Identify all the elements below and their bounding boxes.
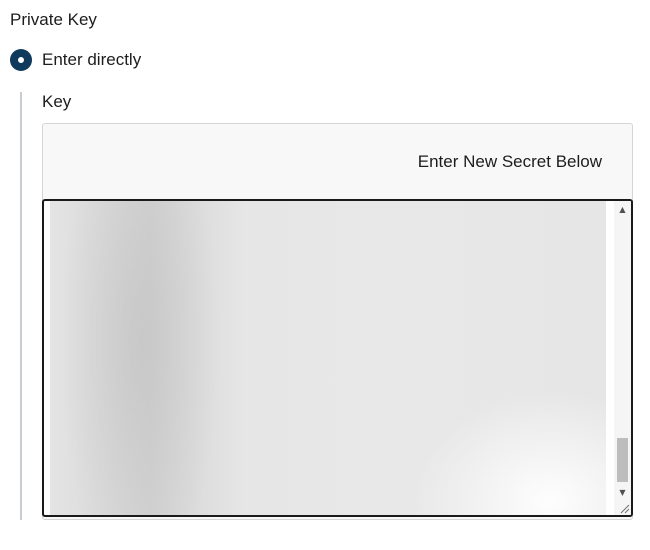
enter-directly-option[interactable]: Enter directly <box>10 47 141 73</box>
secret-panel-header: Enter New Secret Below <box>43 124 632 199</box>
key-textarea[interactable]: ▲ ▼ <box>42 199 633 517</box>
secret-panel: Enter New Secret Below ▲ ▼ <box>42 123 633 520</box>
private-key-form: Private Key Enter directly Key Enter New… <box>0 0 650 550</box>
scrollbar-thumb[interactable] <box>617 438 628 482</box>
scroll-up-arrow-icon[interactable]: ▲ <box>614 202 631 218</box>
obscured-secret-content <box>50 201 606 515</box>
scroll-down-arrow-icon[interactable]: ▼ <box>614 485 631 501</box>
enter-new-secret-heading: Enter New Secret Below <box>417 151 602 171</box>
enter-directly-label: Enter directly <box>42 50 142 69</box>
radio-selected-icon[interactable] <box>10 49 32 71</box>
private-key-section-label: Private Key <box>10 10 97 29</box>
radio-dot <box>18 57 24 63</box>
resize-grip-icon[interactable] <box>618 502 630 514</box>
indent-divider <box>20 92 22 520</box>
textarea-scrollbar[interactable]: ▲ ▼ <box>614 201 631 515</box>
key-field-label: Key <box>42 92 72 111</box>
